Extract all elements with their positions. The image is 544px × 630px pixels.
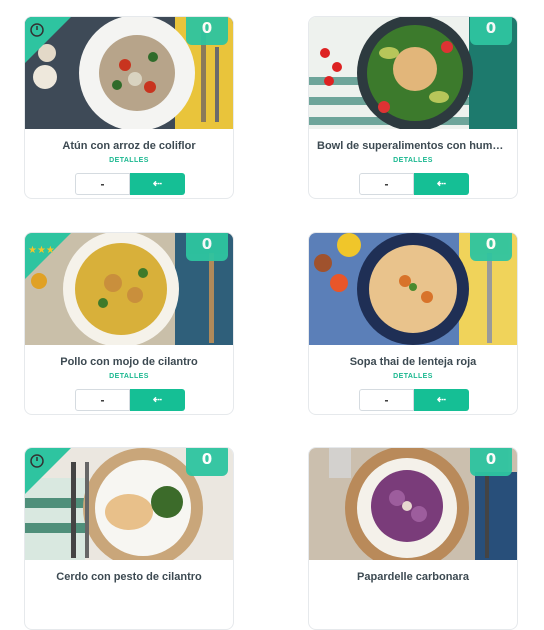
details-link[interactable]: DETALLES <box>25 157 233 164</box>
svg-text:★★★: ★★★ <box>28 245 55 256</box>
increase-button[interactable]: ⇠ <box>130 389 185 411</box>
recipe-title: Pollo con mojo de cilantro <box>60 356 198 368</box>
stars-badge-icon: ★★★ <box>25 233 71 279</box>
recipe-title: Papardelle carbonara <box>357 571 469 583</box>
increase-button[interactable]: ⇠ <box>414 389 469 411</box>
quantity-count: 0 <box>470 17 512 45</box>
recipe-card[interactable]: 0 Atún con arroz de coliflor DETALLES - … <box>24 16 234 199</box>
recipe-title: Bowl de superalimentos con hummus d... <box>317 140 509 152</box>
quantity-stepper[interactable]: - ⇠ <box>359 173 469 195</box>
decrease-button[interactable]: - <box>359 389 414 411</box>
quantity-count: 0 <box>186 448 228 476</box>
details-link[interactable]: DETALLES <box>309 157 517 164</box>
details-link[interactable]: DETALLES <box>25 373 233 380</box>
quantity-stepper[interactable]: - ⇠ <box>359 389 469 411</box>
quantity-stepper[interactable]: - ⇠ <box>75 173 185 195</box>
decrease-button[interactable]: - <box>75 173 130 195</box>
recipe-card[interactable]: 0 Sopa thai de lenteja roja DETALLES - ⇠ <box>308 232 518 415</box>
quantity-count: 0 <box>186 233 228 261</box>
decrease-button[interactable]: - <box>359 173 414 195</box>
recipe-title: Sopa thai de lenteja roja <box>349 356 477 368</box>
quantity-count: 0 <box>470 448 512 476</box>
quantity-count: 0 <box>470 233 512 261</box>
timer-badge-icon <box>25 448 71 494</box>
decrease-button[interactable]: - <box>75 389 130 411</box>
timer-badge-icon <box>25 17 71 63</box>
quantity-stepper[interactable]: - ⇠ <box>75 389 185 411</box>
recipe-title: Cerdo con pesto de cilantro <box>56 571 202 583</box>
recipe-card[interactable]: ★★★ 0 Pollo con mojo de cilantro DETALLE… <box>24 232 234 415</box>
recipe-title: Atún con arroz de coliflor <box>62 140 196 152</box>
details-link[interactable]: DETALLES <box>309 373 517 380</box>
recipe-card[interactable]: 0 Cerdo con pesto de cilantro <box>24 447 234 630</box>
recipe-card[interactable]: 0 Bowl de superalimentos con hummus d...… <box>308 16 518 199</box>
recipe-card[interactable]: 0 Papardelle carbonara <box>308 447 518 630</box>
increase-button[interactable]: ⇠ <box>414 173 469 195</box>
quantity-count: 0 <box>186 17 228 45</box>
increase-button[interactable]: ⇠ <box>130 173 185 195</box>
